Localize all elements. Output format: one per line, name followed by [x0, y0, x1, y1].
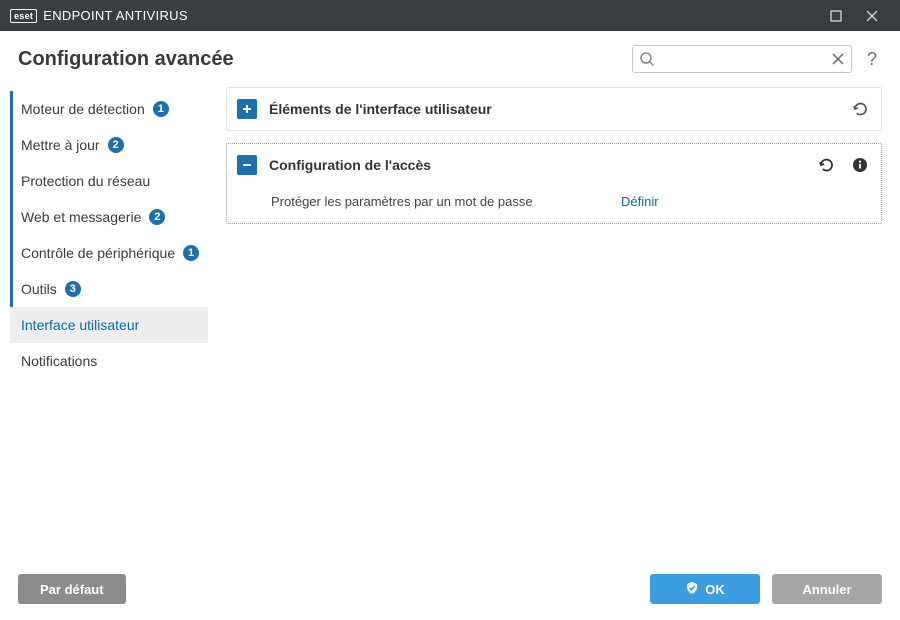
search-field[interactable]	[632, 45, 852, 73]
sidebar-item-tools[interactable]: Outils 3	[10, 271, 208, 307]
define-password-link[interactable]: Définir	[621, 194, 659, 209]
undo-icon	[817, 156, 835, 174]
close-icon	[866, 10, 878, 22]
sidebar-item-badge: 1	[153, 101, 169, 117]
page-title: Configuration avancée	[18, 48, 632, 71]
panel-info-button[interactable]	[849, 157, 871, 173]
sidebar-item-label: Protection du réseau	[21, 173, 150, 189]
window-maximize-button[interactable]	[818, 0, 854, 31]
maximize-icon	[830, 10, 842, 22]
titlebar: eset ENDPOINT ANTIVIRUS	[0, 0, 900, 31]
help-button[interactable]: ?	[862, 49, 882, 70]
x-icon	[831, 52, 845, 66]
sidebar-item-update[interactable]: Mettre à jour 2	[10, 127, 208, 163]
sidebar-item-badge: 1	[183, 245, 199, 261]
sidebar-item-label: Interface utilisateur	[21, 317, 139, 333]
search-input[interactable]	[633, 46, 851, 72]
undo-icon	[851, 100, 869, 118]
brand-mark: eset	[10, 9, 37, 23]
sidebar-item-label: Notifications	[21, 353, 97, 369]
page-header: Configuration avancée ?	[0, 31, 900, 87]
cancel-button[interactable]: Annuler	[772, 574, 882, 604]
button-label: Par défaut	[40, 582, 104, 597]
window-close-button[interactable]	[854, 0, 890, 31]
expand-icon	[237, 99, 257, 119]
default-button[interactable]: Par défaut	[18, 574, 126, 604]
sidebar-item-badge: 2	[108, 137, 124, 153]
panel-title: Configuration de l'accès	[269, 157, 803, 173]
collapse-icon	[237, 155, 257, 175]
sidebar-item-detection-engine[interactable]: Moteur de détection 1	[10, 91, 208, 127]
panel-reset-button[interactable]	[849, 100, 871, 118]
sidebar-item-badge: 3	[65, 281, 81, 297]
app-logo: eset ENDPOINT ANTIVIRUS	[10, 8, 188, 23]
panel-access-setup: Configuration de l'accès Protéger les pa…	[226, 143, 882, 224]
main-panel: Éléments de l'interface utilisateur Conf…	[216, 87, 882, 558]
ok-button[interactable]: OK	[650, 574, 760, 604]
sidebar-item-user-interface[interactable]: Interface utilisateur	[10, 307, 208, 343]
panel-header-ui-elements[interactable]: Éléments de l'interface utilisateur	[227, 88, 881, 130]
panel-title: Éléments de l'interface utilisateur	[269, 101, 837, 117]
search-clear-button[interactable]	[829, 50, 847, 71]
sidebar-item-device-control[interactable]: Contrôle de périphérique 1	[10, 235, 208, 271]
sidebar-item-label: Moteur de détection	[21, 101, 145, 117]
button-label: OK	[705, 582, 725, 597]
sidebar-item-label: Web et messagerie	[21, 209, 141, 225]
sidebar-item-badge: 2	[149, 209, 165, 225]
search-icon	[639, 51, 655, 70]
shield-check-icon	[685, 581, 699, 598]
footer: Par défaut OK Annuler	[0, 558, 900, 620]
sidebar: Moteur de détection 1 Mettre à jour 2 Pr…	[0, 87, 216, 558]
button-label: Annuler	[802, 582, 851, 597]
sidebar-item-label: Mettre à jour	[21, 137, 100, 153]
panel-body-access-setup: Protéger les paramètres par un mot de pa…	[227, 186, 881, 223]
setting-label: Protéger les paramètres par un mot de pa…	[271, 194, 621, 209]
help-icon: ?	[867, 49, 877, 69]
sidebar-item-label: Outils	[21, 281, 57, 297]
sidebar-item-network-protection[interactable]: Protection du réseau	[10, 163, 208, 199]
panel-header-access-setup[interactable]: Configuration de l'accès	[227, 144, 881, 186]
sidebar-item-web-email[interactable]: Web et messagerie 2	[10, 199, 208, 235]
panel-ui-elements: Éléments de l'interface utilisateur	[226, 87, 882, 131]
panel-reset-button[interactable]	[815, 156, 837, 174]
sidebar-item-notifications[interactable]: Notifications	[10, 343, 208, 379]
setting-password-protect: Protéger les paramètres par un mot de pa…	[271, 194, 871, 209]
sidebar-item-label: Contrôle de périphérique	[21, 245, 175, 261]
product-name: ENDPOINT ANTIVIRUS	[43, 8, 188, 23]
info-icon	[852, 157, 868, 173]
